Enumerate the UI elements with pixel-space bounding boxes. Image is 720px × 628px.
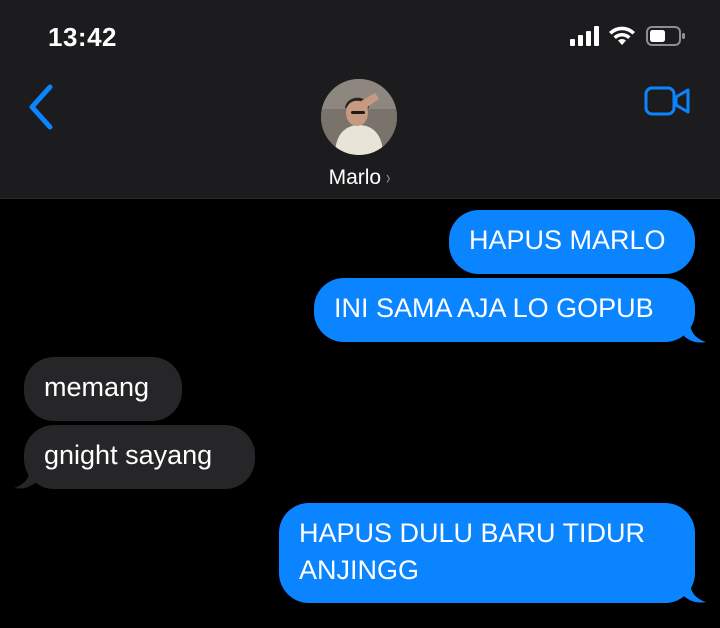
message-bubble-sent[interactable]: HAPUS MARLO xyxy=(449,210,695,274)
cellular-signal-icon xyxy=(570,25,600,51)
battery-icon xyxy=(646,25,686,51)
avatar-photo xyxy=(321,79,397,155)
bubble-tail xyxy=(684,322,706,343)
back-button[interactable] xyxy=(22,82,62,132)
message-text: INI SAMA AJA LO GOPUB xyxy=(334,293,654,323)
facetime-video-button[interactable] xyxy=(644,84,692,118)
message-bubble-received[interactable]: memang xyxy=(24,357,182,421)
contact-name-button[interactable]: Marlo › xyxy=(0,166,720,190)
bubble-tail xyxy=(14,468,36,489)
message-text: memang xyxy=(44,372,150,402)
message-text: HAPUS DULU BARU TIDUR xyxy=(299,518,646,548)
contact-avatar[interactable] xyxy=(321,79,397,155)
conversation-header: 13:42 Marlo › xyxy=(0,0,720,199)
chevron-left-icon xyxy=(29,84,53,130)
message-bubble-sent[interactable]: HAPUS DULU BARU TIDUR ANJINGG xyxy=(279,503,695,603)
message-text-line-2: ANJINGG xyxy=(299,555,420,585)
status-time: 13:42 xyxy=(48,22,117,52)
message-text: HAPUS MARLO xyxy=(469,225,666,255)
video-camera-icon xyxy=(644,86,690,116)
message-text: gnight sayang xyxy=(44,440,213,470)
bubble-tail xyxy=(684,582,706,603)
contact-name: Marlo xyxy=(328,166,382,189)
status-icons xyxy=(570,25,686,51)
chevron-right-icon: › xyxy=(386,168,391,189)
message-bubble-sent[interactable]: INI SAMA AJA LO GOPUB xyxy=(314,278,695,342)
message-bubble-received[interactable]: gnight sayang xyxy=(24,425,255,489)
wifi-icon xyxy=(608,26,636,51)
